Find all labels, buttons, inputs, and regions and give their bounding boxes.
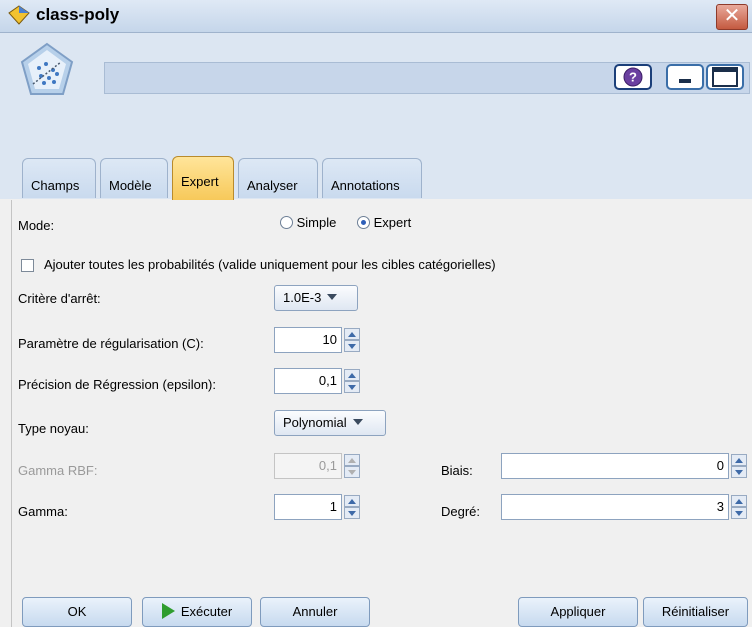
- tab-annotations[interactable]: Annotations: [322, 158, 422, 198]
- rbf-gamma-stepper: 0,1: [274, 453, 362, 479]
- degree-stepper[interactable]: 3: [501, 494, 749, 520]
- help-icon: ?: [623, 67, 643, 87]
- kernel-type-label: Type noyau:: [18, 421, 89, 436]
- run-label: Exécuter: [180, 604, 233, 619]
- decrement-icon[interactable]: [344, 507, 360, 519]
- kernel-type-select[interactable]: Polynomial: [274, 410, 386, 436]
- bias-input[interactable]: 0: [501, 453, 729, 479]
- decrement-icon[interactable]: [344, 381, 360, 393]
- stop-criterion-value: 1.0E-3: [283, 290, 322, 305]
- decrement-icon: [344, 466, 360, 478]
- tab-analyser[interactable]: Analyser: [238, 158, 318, 198]
- dialog-window: class-poly ✕ ? Champs Modèle Expert Anal…: [0, 0, 752, 627]
- regularization-stepper[interactable]: 10: [274, 327, 362, 353]
- title-bar[interactable]: class-poly ✕: [0, 0, 752, 33]
- epsilon-input[interactable]: 0,1: [274, 368, 342, 394]
- kernel-type-value: Polynomial: [283, 415, 347, 430]
- stop-criterion-select[interactable]: 1.0E-3: [274, 285, 358, 311]
- mode-expert-label: Expert: [373, 215, 412, 230]
- increment-icon[interactable]: [344, 369, 360, 381]
- bias-stepper[interactable]: 0: [501, 453, 749, 479]
- increment-icon[interactable]: [344, 328, 360, 340]
- run-icon: [161, 603, 175, 619]
- increment-icon: [344, 454, 360, 466]
- bias-label: Biais:: [441, 463, 473, 478]
- mode-simple-option[interactable]: Simple: [280, 215, 336, 230]
- epsilon-label: Précision de Régression (epsilon):: [18, 377, 216, 392]
- ok-button[interactable]: OK: [22, 597, 132, 627]
- tab-expert[interactable]: Expert: [172, 156, 234, 200]
- rbf-gamma-input: 0,1: [274, 453, 342, 479]
- increment-icon[interactable]: [344, 495, 360, 507]
- mode-simple-radio[interactable]: [280, 216, 293, 229]
- degree-label: Degré:: [441, 504, 481, 519]
- gamma-label: Gamma:: [18, 504, 68, 519]
- cancel-button[interactable]: Annuler: [260, 597, 370, 627]
- maximize-icon: [712, 67, 738, 87]
- minimize-button[interactable]: [666, 64, 704, 90]
- run-button[interactable]: Exécuter: [142, 597, 252, 627]
- decrement-icon[interactable]: [344, 340, 360, 352]
- minimize-icon: [679, 79, 691, 83]
- close-icon: ✕: [723, 5, 741, 27]
- mode-simple-label: Simple: [296, 215, 337, 230]
- close-button[interactable]: ✕: [716, 4, 748, 30]
- gamma-stepper[interactable]: 1: [274, 494, 362, 520]
- node-name-field[interactable]: [104, 62, 750, 94]
- tab-champs[interactable]: Champs: [22, 158, 96, 198]
- svg-text:?: ?: [629, 70, 637, 85]
- regularization-label: Paramètre de régularisation (C):: [18, 336, 204, 351]
- mode-label: Mode:: [18, 218, 55, 233]
- mode-expert-radio[interactable]: [357, 216, 370, 229]
- help-button[interactable]: ?: [614, 64, 652, 90]
- all-probabilities-checkbox[interactable]: [21, 259, 34, 272]
- apply-button[interactable]: Appliquer: [518, 597, 638, 627]
- maximize-button[interactable]: [706, 64, 744, 90]
- chevron-down-icon: [327, 294, 338, 300]
- all-probabilities-label: Ajouter toutes les probabilités (valide …: [44, 257, 496, 272]
- gamma-input[interactable]: 1: [274, 494, 342, 520]
- chevron-down-icon: [352, 419, 363, 425]
- regularization-input[interactable]: 10: [274, 327, 342, 353]
- rbf-gamma-label: Gamma RBF:: [18, 463, 98, 478]
- decrement-icon[interactable]: [731, 507, 747, 519]
- increment-icon[interactable]: [731, 454, 747, 466]
- mode-expert-option[interactable]: Expert: [357, 215, 411, 230]
- tab-modele[interactable]: Modèle: [100, 158, 168, 198]
- node-diamond-icon: [8, 5, 30, 28]
- svm-node-icon: [19, 42, 75, 103]
- decrement-icon[interactable]: [731, 466, 747, 478]
- degree-input[interactable]: 3: [501, 494, 729, 520]
- increment-icon[interactable]: [731, 495, 747, 507]
- reset-button[interactable]: Réinitialiser: [643, 597, 748, 627]
- stop-criterion-label: Critère d'arrêt:: [18, 291, 101, 306]
- window-title: class-poly: [36, 5, 120, 24]
- epsilon-stepper[interactable]: 0,1: [274, 368, 362, 394]
